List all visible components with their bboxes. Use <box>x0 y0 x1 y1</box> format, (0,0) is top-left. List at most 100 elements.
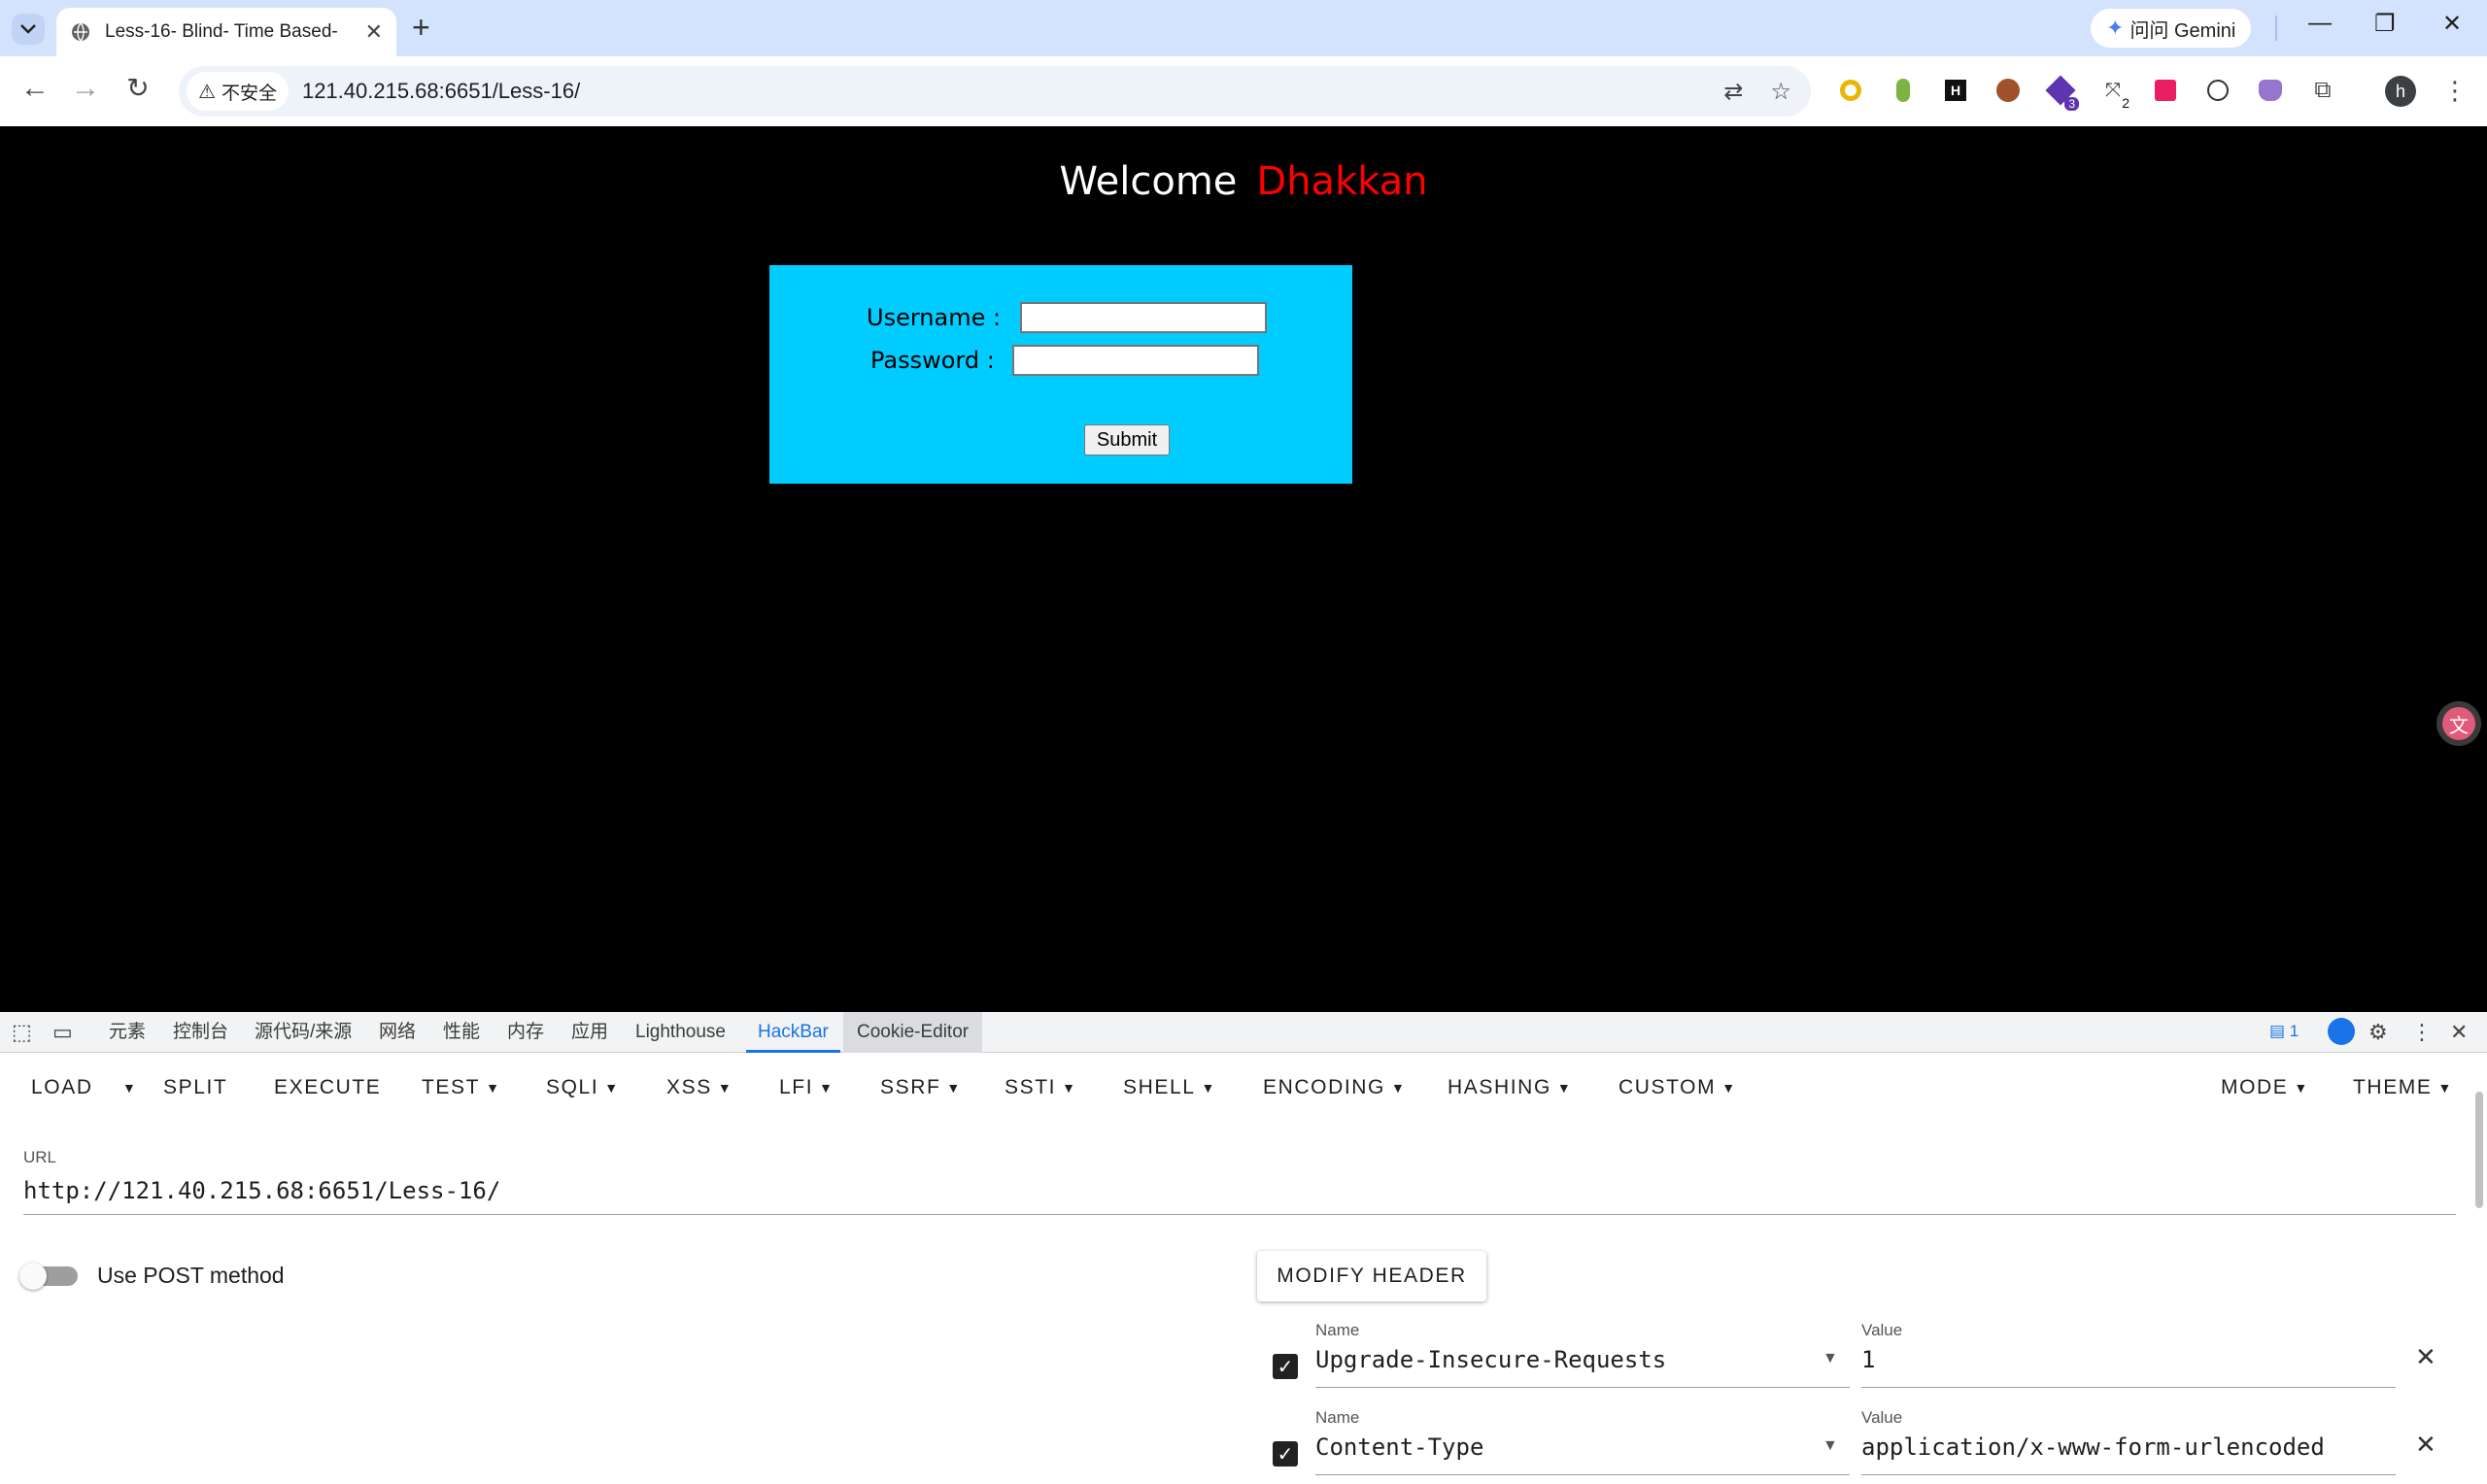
extension-translate-icon[interactable] <box>2149 74 2182 107</box>
extension-switch-icon[interactable]: ⤧ 2 <box>2096 74 2129 112</box>
globe-icon <box>72 22 89 42</box>
back-arrow-icon[interactable]: ← <box>16 72 54 105</box>
extension-badge-icon[interactable]: 3 <box>2044 74 2079 111</box>
extension-node-icon[interactable] <box>1887 74 1920 107</box>
issues-count: 1 <box>2289 1022 2300 1040</box>
reload-icon[interactable]: ↻ <box>119 72 157 104</box>
more-vertical-icon[interactable]: ⋮ <box>2411 1020 2433 1045</box>
gear-icon[interactable]: ⚙ <box>2368 1020 2388 1045</box>
tab-hackbar[interactable]: HackBar <box>746 1012 840 1053</box>
tab-application[interactable]: 应用 <box>571 1012 608 1053</box>
header-enabled-checkbox[interactable]: ✓ <box>1273 1441 1298 1467</box>
translate-icon[interactable]: ⇄ <box>1723 78 1743 106</box>
tab-sources[interactable]: 源代码/来源 <box>255 1012 352 1053</box>
sync-icon[interactable] <box>2328 1018 2355 1045</box>
devtools-scrollbar[interactable] <box>2475 1053 2483 1484</box>
load-button[interactable]: LOAD <box>31 1076 93 1099</box>
restore-icon[interactable]: ❐ <box>2374 10 2396 38</box>
theme-menu-label: THEME <box>2353 1076 2433 1098</box>
more-vertical-icon[interactable]: ⋮ <box>2438 74 2471 107</box>
username-input[interactable] <box>1020 302 1268 333</box>
inspect-element-icon[interactable]: ⬚ <box>12 1020 32 1045</box>
extension-switch-count: 2 <box>2122 95 2129 111</box>
remove-header-icon[interactable]: ✕ <box>2415 1342 2436 1372</box>
forward-arrow-icon[interactable]: → <box>66 72 105 105</box>
bookmark-star-icon[interactable]: ☆ <box>1770 78 1791 106</box>
xss-menu[interactable]: XSS ▼ <box>666 1076 732 1099</box>
submit-button[interactable]: Submit <box>1084 424 1170 455</box>
header-name-input[interactable]: Content-Type <box>1315 1433 1483 1461</box>
hashing-menu[interactable]: HASHING ▼ <box>1448 1076 1572 1099</box>
tab-elements[interactable]: 元素 <box>109 1012 146 1053</box>
custom-menu[interactable]: CUSTOM ▼ <box>1618 1076 1737 1099</box>
caret-down-icon: ▼ <box>1062 1080 1077 1096</box>
shell-menu[interactable]: SHELL ▼ <box>1123 1076 1216 1099</box>
minimize-icon[interactable]: — <box>2308 10 2332 37</box>
header-enabled-checkbox[interactable]: ✓ <box>1273 1354 1298 1379</box>
url-input[interactable]: http://121.40.215.68:6651/Less-16/ <box>23 1177 500 1204</box>
floating-translate-button[interactable]: 文 <box>2436 701 2481 746</box>
password-input[interactable] <box>1011 345 1259 376</box>
security-chip[interactable]: ⚠ 不安全 <box>187 72 289 111</box>
tab-search-button[interactable] <box>12 14 45 45</box>
tab-performance[interactable]: 性能 <box>443 1012 480 1053</box>
caret-down-icon[interactable]: ▼ <box>1823 1437 1838 1455</box>
scrollbar-thumb[interactable] <box>2475 1092 2483 1208</box>
header-value-input[interactable]: 1 <box>1861 1346 1875 1373</box>
extension-cat-icon[interactable] <box>2254 74 2287 107</box>
tab-network[interactable]: 网络 <box>379 1012 416 1053</box>
username-label: Username : <box>867 304 1002 331</box>
header-row: ✓ Name Upgrade-Insecure-Requests ▼ Value… <box>1273 1321 2458 1399</box>
remove-header-icon[interactable]: ✕ <box>2415 1430 2436 1460</box>
address-bar[interactable]: ⚠ 不安全 121.40.215.68:6651/Less-16/ ⇄ ☆ <box>179 66 1811 117</box>
extension-face-icon[interactable] <box>2201 74 2234 107</box>
caret-down-icon: ▼ <box>122 1080 138 1096</box>
tab-cookie-editor[interactable]: Cookie-Editor <box>843 1012 983 1053</box>
post-method-switch[interactable] <box>19 1262 78 1290</box>
theme-menu[interactable]: THEME ▼ <box>2353 1076 2453 1099</box>
test-menu[interactable]: TEST ▼ <box>422 1076 501 1099</box>
ssrf-menu[interactable]: SSRF ▼ <box>880 1076 962 1099</box>
post-method-toggle-row: Use POST method <box>19 1262 285 1290</box>
split-button[interactable]: SPLIT <box>163 1076 227 1099</box>
divider <box>2275 16 2277 41</box>
custom-menu-label: CUSTOM <box>1618 1076 1717 1098</box>
issues-indicator[interactable]: ▤ 1 <box>2269 1022 2299 1041</box>
extension-ring-icon[interactable] <box>1834 74 1867 107</box>
load-dropdown-button[interactable]: ▼ <box>117 1076 137 1099</box>
puzzle-icon[interactable]: ⧉ <box>2306 74 2339 107</box>
caret-down-icon: ▼ <box>486 1080 501 1096</box>
header-name-input[interactable]: Upgrade-Insecure-Requests <box>1315 1346 1666 1373</box>
extension-h-icon[interactable]: H <box>1939 74 1972 107</box>
caret-down-icon: ▼ <box>946 1080 962 1096</box>
new-tab-button[interactable]: + <box>412 10 430 46</box>
close-icon[interactable]: ✕ <box>2450 1020 2468 1045</box>
hashing-menu-label: HASHING <box>1448 1076 1551 1098</box>
execute-button[interactable]: EXECUTE <box>274 1076 381 1099</box>
caret-down-icon: ▼ <box>1390 1080 1407 1096</box>
encoding-menu[interactable]: ENCODING ▼ <box>1263 1076 1406 1099</box>
tab-console[interactable]: 控制台 <box>173 1012 228 1053</box>
url-input-underline <box>23 1214 2456 1215</box>
browser-tab-active[interactable]: Less-16- Blind- Time Based- ✕ <box>56 8 396 56</box>
device-toolbar-icon[interactable]: ▭ <box>52 1020 73 1045</box>
avatar[interactable]: h <box>2385 76 2416 107</box>
lfi-menu[interactable]: LFI ▼ <box>779 1076 835 1099</box>
modify-header-button[interactable]: MODIFY HEADER <box>1257 1251 1486 1301</box>
avatar-initial: h <box>2395 81 2405 101</box>
sqli-menu[interactable]: SQLI ▼ <box>546 1076 620 1099</box>
caret-down-icon[interactable]: ▼ <box>1823 1350 1838 1367</box>
tab-lighthouse[interactable]: Lighthouse <box>635 1012 726 1053</box>
address-text[interactable]: 121.40.215.68:6651/Less-16/ <box>302 79 580 104</box>
tab-memory[interactable]: 内存 <box>507 1012 544 1053</box>
header-value-label: Value <box>1861 1408 1903 1427</box>
header-value-input[interactable]: application/x-www-form-urlencoded <box>1861 1433 2325 1461</box>
message-icon: ▤ <box>2269 1022 2286 1040</box>
mode-menu[interactable]: MODE ▼ <box>2221 1076 2309 1099</box>
header-value-underline <box>1861 1474 2396 1475</box>
window-close-icon[interactable]: ✕ <box>2442 10 2462 38</box>
ssti-menu[interactable]: SSTI ▼ <box>1005 1076 1077 1099</box>
close-icon[interactable]: ✕ <box>365 19 383 45</box>
gemini-button[interactable]: ✦ 问问 Gemini <box>2091 9 2252 48</box>
cookie-icon[interactable] <box>1992 74 2025 107</box>
